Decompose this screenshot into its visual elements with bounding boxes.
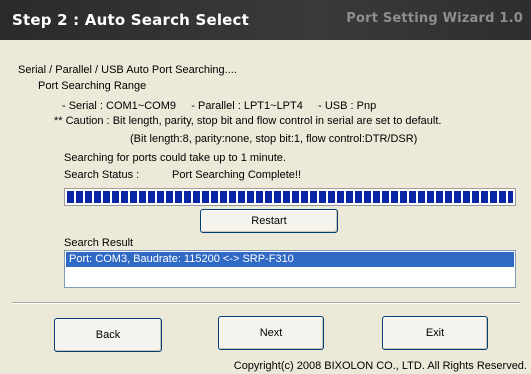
next-button[interactable]: Next bbox=[218, 316, 324, 350]
status-value: Port Searching Complete!! bbox=[172, 169, 302, 181]
status-label: Search Status : bbox=[64, 169, 140, 181]
back-button[interactable]: Back bbox=[54, 318, 162, 352]
defaults-line: (Bit length:8, parity:none, stop bit:1, … bbox=[130, 133, 418, 145]
back-button-label: Back bbox=[95, 329, 121, 341]
search-result-label: Search Result bbox=[64, 237, 134, 249]
restart-button[interactable]: Restart bbox=[200, 209, 338, 233]
progress-fill bbox=[67, 191, 513, 203]
wizard-content: Serial / Parallel / USB Auto Port Search… bbox=[0, 40, 531, 374]
restart-button-label: Restart bbox=[251, 215, 287, 227]
result-item[interactable]: Port: COM3, Baudrate: 115200 <-> SRP-F31… bbox=[66, 252, 514, 267]
wizard-header: Step 2 : Auto Search Select Port Setting… bbox=[0, 0, 531, 40]
duration-note: Searching for ports could take up to 1 m… bbox=[64, 152, 286, 164]
caution-line: ** Caution : Bit length, parity, stop bi… bbox=[54, 115, 442, 127]
wizard-name: Port Setting Wizard 1.0 bbox=[346, 11, 523, 26]
range-line: - Serial : COM1~COM9 - Parallel : LPT1~L… bbox=[62, 100, 377, 112]
wizard-window: Step 2 : Auto Search Select Port Setting… bbox=[0, 0, 531, 374]
range-label: Port Searching Range bbox=[38, 80, 147, 92]
search-progress-bar bbox=[64, 188, 516, 206]
search-result-list[interactable]: Port: COM3, Baudrate: 115200 <-> SRP-F31… bbox=[64, 250, 516, 288]
exit-button[interactable]: Exit bbox=[382, 316, 488, 350]
copyright-text: Copyright(c) 2008 BIXOLON CO., LTD. All … bbox=[233, 360, 527, 372]
exit-button-label: Exit bbox=[425, 327, 445, 339]
search-heading: Serial / Parallel / USB Auto Port Search… bbox=[18, 64, 237, 76]
step-title: Step 2 : Auto Search Select bbox=[12, 11, 250, 29]
footer-separator bbox=[12, 302, 520, 304]
next-button-label: Next bbox=[259, 327, 283, 339]
